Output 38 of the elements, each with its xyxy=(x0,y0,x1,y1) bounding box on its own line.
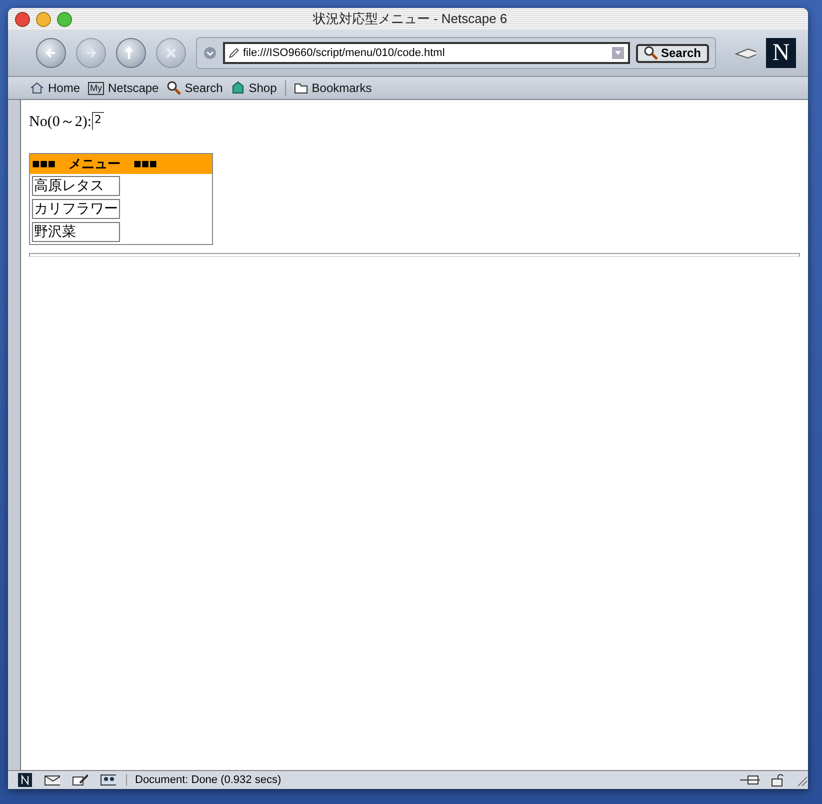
menu-item[interactable]: カリフラワー xyxy=(32,199,120,219)
number-label: No(0～2): xyxy=(29,113,92,131)
minimize-button[interactable] xyxy=(36,12,51,26)
close-button[interactable] xyxy=(15,12,30,26)
url-field[interactable]: file:///ISO9660/script/menu/010/code.html xyxy=(223,42,630,64)
logo-icon xyxy=(18,773,32,787)
lock-icon xyxy=(770,773,784,787)
right-arrow-icon xyxy=(84,46,98,60)
logo: N xyxy=(766,38,796,68)
pencil-icon xyxy=(70,773,88,787)
number-field[interactable]: 2 xyxy=(92,112,104,130)
zoom-button[interactable] xyxy=(57,12,72,26)
stop-button[interactable] xyxy=(156,38,186,68)
folder-icon xyxy=(294,81,308,95)
bookmark-link[interactable]: Shop xyxy=(230,81,277,95)
menu-item[interactable]: 野沢菜 xyxy=(32,222,120,242)
pencil-icon xyxy=(228,46,240,60)
dropdown-icon xyxy=(610,46,625,60)
bookmark-link[interactable]: Home xyxy=(30,81,80,95)
search-icon xyxy=(644,46,658,60)
menu-item[interactable]: 高原レタス xyxy=(32,176,120,196)
back-button[interactable] xyxy=(36,38,66,68)
close-icon xyxy=(164,46,178,60)
forward-button[interactable] xyxy=(76,38,106,68)
menu-title: ■■■ メニュー ■■■ xyxy=(30,154,212,174)
window-title: 状況対応型メニュー - Netscape 6 xyxy=(312,10,508,28)
search-button[interactable]: Search xyxy=(636,44,709,62)
left-arrow-icon xyxy=(44,46,58,60)
reload-button[interactable] xyxy=(116,38,146,68)
caret-icon xyxy=(203,46,217,60)
status-text: Document: Done (0.932 secs) xyxy=(126,774,724,786)
bookmark-link[interactable]: Bookmarks xyxy=(294,81,372,95)
envelope-icon xyxy=(42,773,60,787)
house-icon xyxy=(230,81,245,95)
magnifier-icon xyxy=(166,81,181,95)
home-icon xyxy=(30,81,44,95)
bookmark-link[interactable]: Search xyxy=(166,81,223,95)
bookmark-link[interactable]: My Netscape xyxy=(88,81,159,95)
